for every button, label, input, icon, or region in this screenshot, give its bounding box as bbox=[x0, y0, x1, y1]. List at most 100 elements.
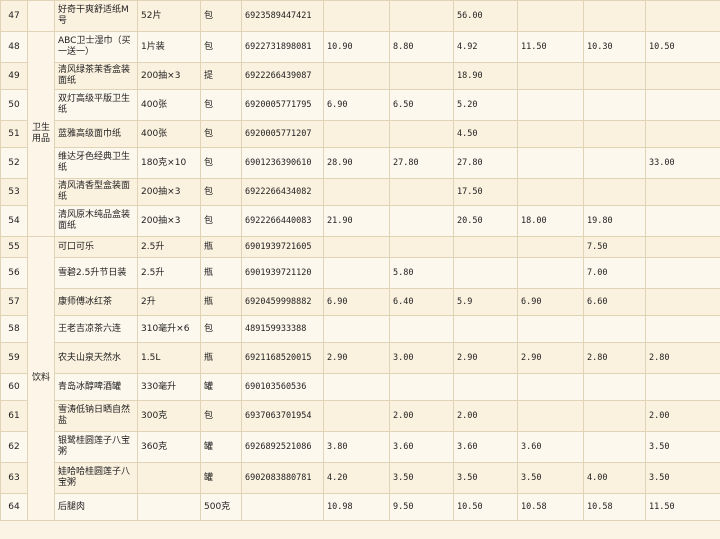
price-cell bbox=[583, 89, 646, 121]
table-row: 55 饮料 可口可乐 2.5升瓶 6901939721605 7.50 bbox=[0, 236, 720, 521]
price-cell bbox=[389, 62, 454, 90]
price-table: 47 好奇干爽舒适纸M号 52片包 6923589447421 56.00 48 卫生用品 A… bbox=[0, 0, 720, 521]
price-cell bbox=[645, 62, 720, 90]
table-row: 61 雪涛低钠日晒自然盐 300克包 6937063701954 2.00 2.00 2.0… bbox=[0, 400, 720, 432]
barcode: 6920005771207 bbox=[241, 120, 324, 148]
price-cell bbox=[389, 0, 454, 32]
product-unit: 包 bbox=[200, 120, 242, 148]
product-spec: 180克×10 bbox=[137, 147, 201, 179]
price-cell bbox=[645, 288, 720, 316]
product-name: 双灯高级平版卫生纸 bbox=[54, 89, 138, 121]
row-number: 48 bbox=[0, 31, 28, 63]
table-row: 49 清风绿茶茉香盒装面纸 200抽×3 提 6922266439087 18.90 bbox=[0, 62, 720, 90]
product-spec: 300克 bbox=[137, 400, 201, 432]
product-unit: 包 bbox=[200, 178, 242, 206]
price-cell: 3.50 bbox=[517, 462, 584, 494]
barcode: 6901939721605 bbox=[241, 236, 324, 258]
price-cell: 6.60 bbox=[583, 288, 646, 316]
price-cell: 11.50 bbox=[517, 31, 584, 63]
price-cell: 9.50 bbox=[389, 493, 454, 521]
price-cell bbox=[583, 373, 646, 401]
price-cell bbox=[517, 0, 584, 32]
product-spec: 200抽×3 bbox=[137, 62, 201, 90]
product-spec: 1.5L bbox=[137, 342, 201, 374]
row-number: 51 bbox=[0, 120, 28, 148]
price-cell bbox=[583, 147, 646, 179]
row-number: 49 bbox=[0, 62, 28, 90]
barcode: 6901236390610 bbox=[241, 147, 324, 179]
price-cell: 7.00 bbox=[583, 257, 646, 289]
price-cell: 56.00 bbox=[453, 0, 518, 32]
price-cell: 27.80 bbox=[453, 147, 518, 179]
product-unit: 包 bbox=[200, 0, 242, 32]
product-name: 后腿肉 bbox=[54, 493, 138, 521]
price-cell: 6.50 bbox=[389, 89, 454, 121]
price-cell bbox=[517, 89, 584, 121]
price-cell bbox=[453, 236, 518, 258]
product-name: 雪涛低钠日晒自然盐 bbox=[54, 400, 138, 432]
product-name: 好奇干爽舒适纸M号 bbox=[54, 0, 138, 32]
price-cell bbox=[645, 373, 720, 401]
product-spec: 200抽×3 bbox=[137, 205, 201, 237]
barcode: 489159933388 bbox=[241, 315, 324, 343]
barcode: 6922731898081 bbox=[241, 31, 324, 63]
price-cell bbox=[517, 315, 584, 343]
table-row: 53 清风清香型盒装面纸 200抽×3 包 6922266434082 17.50 bbox=[0, 178, 720, 206]
price-cell: 2.90 bbox=[517, 342, 584, 374]
price-cell: 10.98 bbox=[323, 493, 390, 521]
price-cell: 3.50 bbox=[645, 462, 720, 494]
price-cell: 3.60 bbox=[517, 431, 584, 463]
price-cell bbox=[323, 120, 390, 148]
price-cell: 3.60 bbox=[389, 431, 454, 463]
price-cell bbox=[645, 236, 720, 258]
price-cell: 19.80 bbox=[583, 205, 646, 237]
price-cell bbox=[389, 178, 454, 206]
price-cell: 10.58 bbox=[517, 493, 584, 521]
product-unit: 包 bbox=[200, 89, 242, 121]
price-cell: 11.50 bbox=[645, 493, 720, 521]
product-unit: 包 bbox=[200, 400, 242, 432]
price-cell bbox=[323, 373, 390, 401]
product-spec: 1片装 bbox=[137, 31, 201, 63]
product-unit: 包 bbox=[200, 31, 242, 63]
barcode: 6922266440083 bbox=[241, 205, 324, 237]
price-cell: 2.00 bbox=[453, 400, 518, 432]
price-cell bbox=[645, 315, 720, 343]
row-number: 60 bbox=[0, 373, 28, 401]
table-row: 59 农夫山泉天然水 1.5L 瓶 6921168520015 2.90 3.00 2.90 2… bbox=[0, 342, 720, 374]
barcode: 6920005771795 bbox=[241, 89, 324, 121]
product-name: 青岛冰醇啤酒罐 bbox=[54, 373, 138, 401]
price-cell: 10.50 bbox=[645, 31, 720, 63]
price-cell: 20.50 bbox=[453, 205, 518, 237]
price-cell bbox=[389, 205, 454, 237]
row-number: 52 bbox=[0, 147, 28, 179]
product-spec bbox=[137, 462, 201, 494]
product-unit: 提 bbox=[200, 62, 242, 90]
price-cell: 17.50 bbox=[453, 178, 518, 206]
price-cell: 10.58 bbox=[583, 493, 646, 521]
product-name: 银鹭桂圆莲子八宝粥 bbox=[54, 431, 138, 463]
price-cell bbox=[645, 0, 720, 32]
table-row: 51 蓝雅高级面巾纸 400张包 6920005771207 4.50 bbox=[0, 120, 720, 148]
price-cell bbox=[517, 236, 584, 258]
barcode: 6922266434082 bbox=[241, 178, 324, 206]
price-cell bbox=[517, 62, 584, 90]
product-name: 娃哈哈桂圆莲子八宝粥 bbox=[54, 462, 138, 494]
product-spec: 360克 bbox=[137, 431, 201, 463]
price-cell: 4.20 bbox=[323, 462, 390, 494]
product-spec: 330毫升 bbox=[137, 373, 201, 401]
price-cell bbox=[645, 205, 720, 237]
price-cell bbox=[453, 257, 518, 289]
price-cell bbox=[517, 147, 584, 179]
barcode: 6901939721120 bbox=[241, 257, 324, 289]
price-cell: 2.80 bbox=[645, 342, 720, 374]
row-number: 47 bbox=[0, 0, 28, 32]
table-row: 58 王老吉凉茶六连 310毫升×6 包 489159933388 bbox=[0, 315, 720, 343]
price-cell bbox=[583, 431, 646, 463]
product-name: 雪碧2.5升节日装 bbox=[54, 257, 138, 289]
product-spec: 2升 bbox=[137, 288, 201, 316]
price-cell: 28.90 bbox=[323, 147, 390, 179]
price-cell: 3.60 bbox=[453, 431, 518, 463]
table-row: 50 双灯高级平版卫生纸 400张包 6920005771795 6.90 6.50 5.2… bbox=[0, 89, 720, 121]
price-cell bbox=[323, 62, 390, 90]
